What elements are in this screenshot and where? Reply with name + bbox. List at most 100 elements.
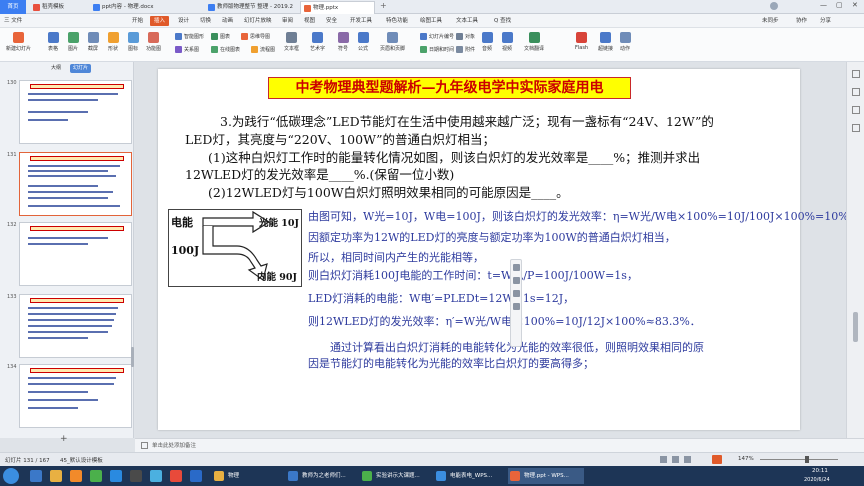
thumbnail-scrollbar[interactable] bbox=[131, 347, 134, 367]
tab-home[interactable]: 首页 bbox=[0, 0, 26, 14]
sync-status[interactable]: 未同步 bbox=[762, 14, 779, 28]
menu-insert[interactable]: 插入 bbox=[150, 16, 170, 26]
chart-button[interactable]: 图表 bbox=[211, 33, 230, 40]
tab-outline[interactable]: 大纲 bbox=[48, 64, 64, 73]
minimize-icon[interactable]: — bbox=[820, 1, 827, 9]
slide-canvas[interactable]: 中考物理典型题解析—九年级电学中实际家庭用电 3.为践行“低碳理念”LED节能灯… bbox=[158, 69, 860, 430]
picture-button[interactable]: 图片 bbox=[68, 32, 79, 52]
icon-library-button[interactable]: 图标 bbox=[128, 32, 139, 52]
avatar[interactable] bbox=[770, 2, 778, 10]
smart-graphic-button[interactable]: 智能图形 bbox=[175, 33, 204, 40]
hyperlink-button[interactable]: 超链接 bbox=[598, 32, 613, 52]
slide-thumbnail[interactable]: 132 bbox=[5, 222, 132, 286]
menu-review[interactable]: 审阅 bbox=[282, 14, 293, 28]
menu-home[interactable]: 开始 bbox=[132, 14, 143, 28]
screenshot-button[interactable]: 截屏 bbox=[88, 32, 99, 52]
shape-style-icon[interactable] bbox=[852, 88, 860, 96]
menu-animation[interactable]: 动画 bbox=[222, 14, 233, 28]
crop-icon[interactable] bbox=[513, 303, 520, 310]
attachment-button[interactable]: 附件 bbox=[456, 46, 475, 53]
slide-thumbnail[interactable]: 134 bbox=[5, 364, 132, 428]
reading-view-icon[interactable] bbox=[684, 456, 691, 463]
chrome-icon[interactable] bbox=[90, 470, 102, 482]
taskbar-item[interactable]: 教师为之老师们... bbox=[286, 468, 356, 484]
close-icon[interactable]: ✕ bbox=[852, 1, 858, 9]
online-chart-button[interactable]: 在线图表 bbox=[211, 46, 240, 53]
menu-security[interactable]: 安全 bbox=[326, 14, 337, 28]
media-icon[interactable] bbox=[70, 470, 82, 482]
menu-features[interactable]: 特色功能 bbox=[386, 14, 408, 28]
taskbar-item[interactable]: 物理 bbox=[212, 468, 282, 484]
zoom-slider[interactable] bbox=[760, 459, 838, 460]
app-icon[interactable] bbox=[190, 470, 202, 482]
action-button[interactable]: 动作 bbox=[620, 32, 631, 52]
explorer-icon[interactable] bbox=[50, 470, 62, 482]
notes-pane[interactable]: 单击此处添加备注 bbox=[135, 438, 864, 452]
date-time-button[interactable]: 日期和时间 bbox=[420, 46, 454, 53]
share-button[interactable]: 分享 bbox=[820, 14, 831, 28]
answer-line: 则12WLED灯的发光效率：η′=W光/W电′×100%=10J/12J×100… bbox=[308, 315, 701, 328]
floating-quick-toolbar[interactable] bbox=[510, 259, 522, 347]
slide-title[interactable]: 中考物理典型题解析—九年级电学中实际家庭用电 bbox=[268, 77, 631, 99]
play-slideshow-icon[interactable] bbox=[712, 455, 722, 464]
flowchart-button[interactable]: 流程图 bbox=[251, 46, 275, 53]
add-slide-button[interactable]: + bbox=[60, 434, 68, 444]
app-icon[interactable] bbox=[170, 470, 182, 482]
relation-graph-button[interactable]: 关系图 bbox=[175, 46, 199, 53]
slide-thumbnail[interactable]: 130 bbox=[5, 80, 132, 144]
slide-thumbnail-selected[interactable]: 131 bbox=[5, 152, 132, 216]
start-button[interactable] bbox=[3, 468, 19, 484]
object-button[interactable]: 对象 bbox=[456, 33, 475, 40]
menu-file[interactable]: 三 文件 bbox=[4, 14, 22, 28]
settings-icon[interactable] bbox=[852, 124, 860, 132]
select-icon[interactable] bbox=[852, 70, 860, 78]
shape-button[interactable]: 形状 bbox=[108, 32, 119, 52]
properties-icon[interactable] bbox=[852, 106, 860, 114]
menu-search[interactable]: Q 查找 bbox=[494, 14, 511, 28]
new-tab-icon[interactable]: + bbox=[380, 1, 387, 10]
animation-icon[interactable] bbox=[513, 277, 520, 284]
maximize-icon[interactable]: ▢ bbox=[836, 1, 843, 9]
header-footer-button[interactable]: 页眉和页脚 bbox=[380, 32, 405, 52]
taskbar-item[interactable]: 电能表电_WPS... bbox=[434, 468, 504, 484]
table-button[interactable]: 表格 bbox=[48, 32, 59, 52]
new-slide-button[interactable]: 新建幻灯片 bbox=[6, 32, 31, 52]
menu-view[interactable]: 视图 bbox=[304, 14, 315, 28]
app-icon[interactable] bbox=[130, 470, 142, 482]
menu-drawing-tools[interactable]: 绘图工具 bbox=[420, 14, 442, 28]
ie-icon[interactable] bbox=[30, 470, 42, 482]
function-chart-button[interactable]: 功能图 bbox=[146, 32, 161, 52]
tab-slides[interactable]: 幻灯片 bbox=[70, 64, 92, 73]
normal-view-icon[interactable] bbox=[660, 456, 667, 463]
slide-thumbnail[interactable]: 133 bbox=[5, 294, 132, 358]
tab-pptx[interactable]: 物理.pptx bbox=[300, 1, 375, 14]
menu-transitions[interactable]: 切换 bbox=[200, 14, 211, 28]
tab-teacher-doc[interactable]: 教师版物理整节 整理 - 2019.2 bbox=[205, 1, 300, 14]
vertical-scrollbar[interactable] bbox=[853, 312, 858, 342]
tab-templates[interactable]: 稻壳模板 bbox=[30, 1, 85, 14]
menu-slideshow[interactable]: 幻灯片放映 bbox=[244, 14, 272, 28]
tab-docx[interactable]: ppt内容 - 物理.docx bbox=[90, 1, 200, 14]
layer-icon[interactable] bbox=[513, 264, 520, 271]
qq-browser-icon[interactable] bbox=[110, 470, 122, 482]
textbox-button[interactable]: 文本框 bbox=[284, 32, 299, 52]
symbol-button[interactable]: 符号 bbox=[338, 32, 349, 52]
slide-number-button[interactable]: 幻灯片编号 bbox=[420, 33, 454, 40]
doc-translate-button[interactable]: 文档翻译 bbox=[524, 32, 544, 52]
mind-map-button[interactable]: 思维导图 bbox=[241, 33, 270, 40]
taskbar-item[interactable]: 实验讲示大课题... bbox=[360, 468, 430, 484]
style-icon[interactable] bbox=[513, 290, 520, 297]
sorter-view-icon[interactable] bbox=[672, 456, 679, 463]
formula-button[interactable]: 公式 bbox=[358, 32, 369, 52]
flash-button[interactable]: Flash bbox=[575, 32, 588, 51]
menu-developer[interactable]: 开发工具 bbox=[350, 14, 372, 28]
zoom-slider-thumb[interactable] bbox=[805, 456, 809, 463]
wordart-button[interactable]: 艺术字 bbox=[310, 32, 325, 52]
taskbar-item-active[interactable]: 物理.ppt - WPS... bbox=[508, 468, 584, 484]
audio-button[interactable]: 音频 bbox=[482, 32, 493, 52]
collaborate-button[interactable]: 协作 bbox=[796, 14, 807, 28]
menu-text-tools[interactable]: 文本工具 bbox=[456, 14, 478, 28]
video-button[interactable]: 视频 bbox=[502, 32, 513, 52]
app-icon[interactable] bbox=[150, 470, 162, 482]
menu-design[interactable]: 设计 bbox=[178, 14, 189, 28]
